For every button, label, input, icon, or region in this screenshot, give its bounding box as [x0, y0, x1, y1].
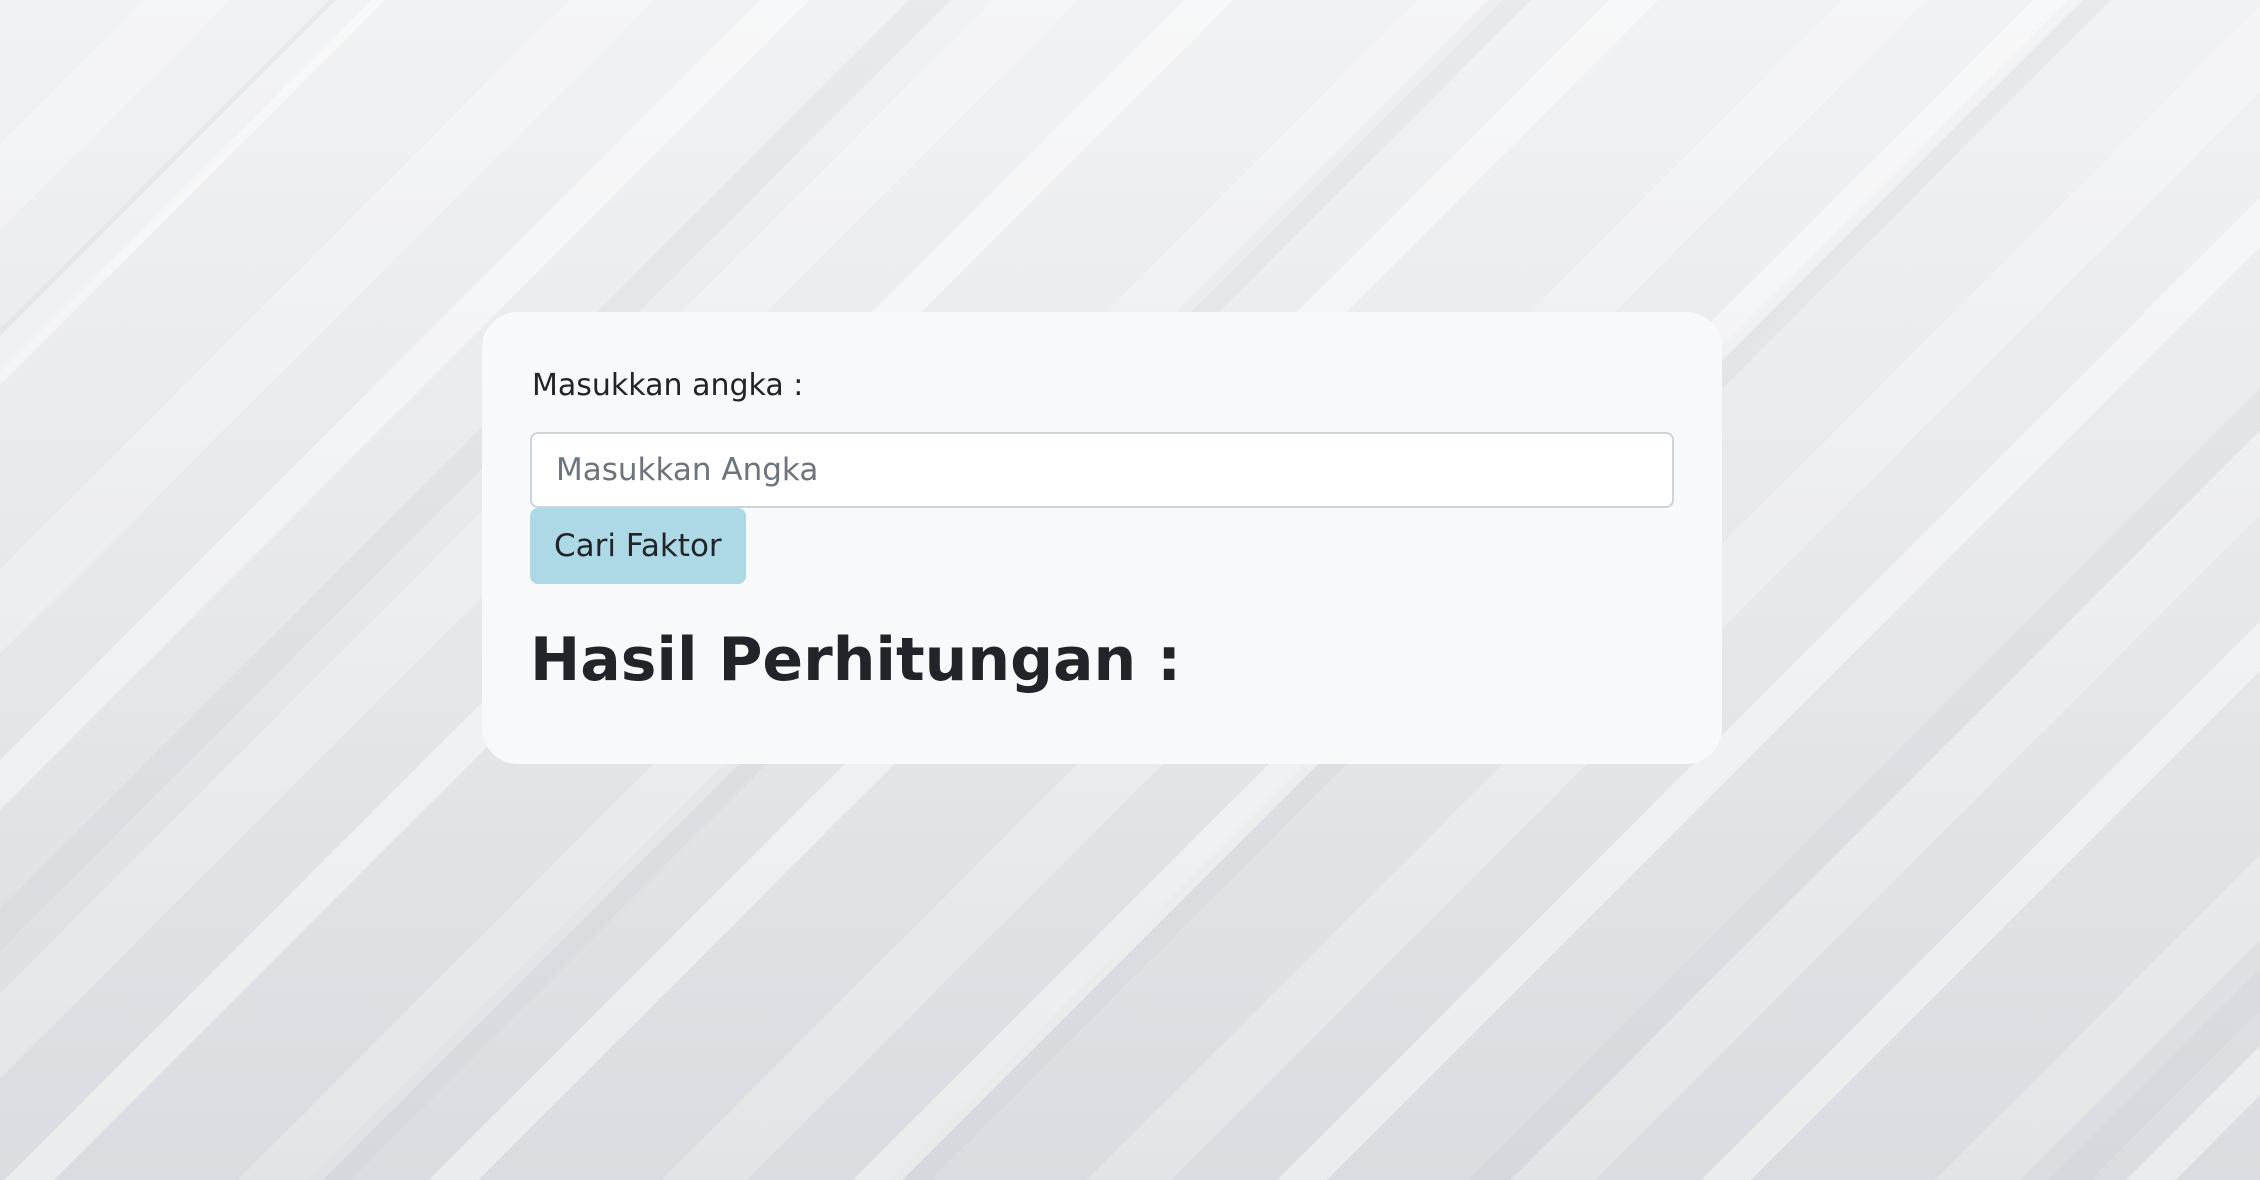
- number-input[interactable]: [530, 432, 1674, 508]
- number-input-label: Masukkan angka :: [532, 368, 804, 403]
- find-factor-button[interactable]: Cari Faktor: [530, 508, 746, 584]
- factor-form-card: Masukkan angka : Cari Faktor Hasil Perhi…: [482, 312, 1722, 764]
- result-heading: Hasil Perhitungan :: [530, 625, 1182, 695]
- page-background: Masukkan angka : Cari Faktor Hasil Perhi…: [0, 0, 2260, 1180]
